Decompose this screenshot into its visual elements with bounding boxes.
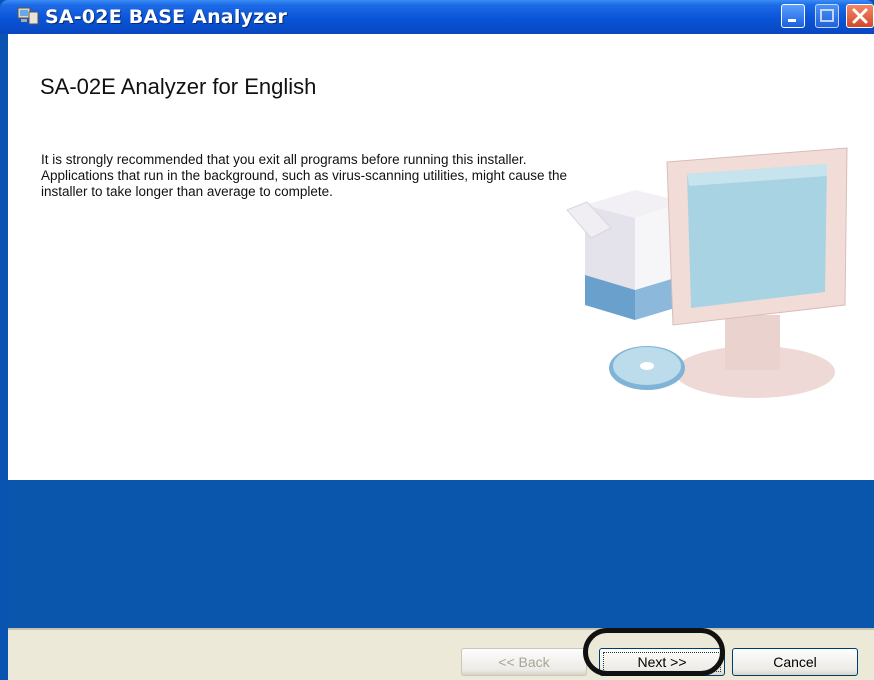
button-bar: << Back Next >> Cancel [8, 628, 874, 680]
next-button-highlight-ring [583, 628, 725, 676]
intro-text: It is strongly recommended that you exit… [41, 152, 568, 199]
title-bar[interactable]: SA-02E BASE Analyzer [0, 0, 874, 34]
minimize-icon [788, 19, 796, 22]
cancel-button[interactable]: Cancel [732, 648, 858, 676]
page-title: SA-02E Analyzer for English [40, 74, 317, 99]
maximize-button[interactable] [815, 4, 839, 28]
close-icon [852, 8, 868, 24]
maximize-icon [820, 9, 834, 22]
installer-app-icon [17, 7, 39, 25]
back-button[interactable]: << Back [461, 648, 587, 676]
close-button[interactable] [846, 4, 874, 28]
installer-window: SA-02E BASE Analyzer SA-02E Analyzer for… [0, 0, 874, 680]
minimize-button[interactable] [781, 4, 805, 28]
computer-with-cd-illustration [566, 147, 848, 398]
window-title: SA-02E BASE Analyzer [45, 6, 288, 28]
footer-banner [8, 480, 874, 628]
